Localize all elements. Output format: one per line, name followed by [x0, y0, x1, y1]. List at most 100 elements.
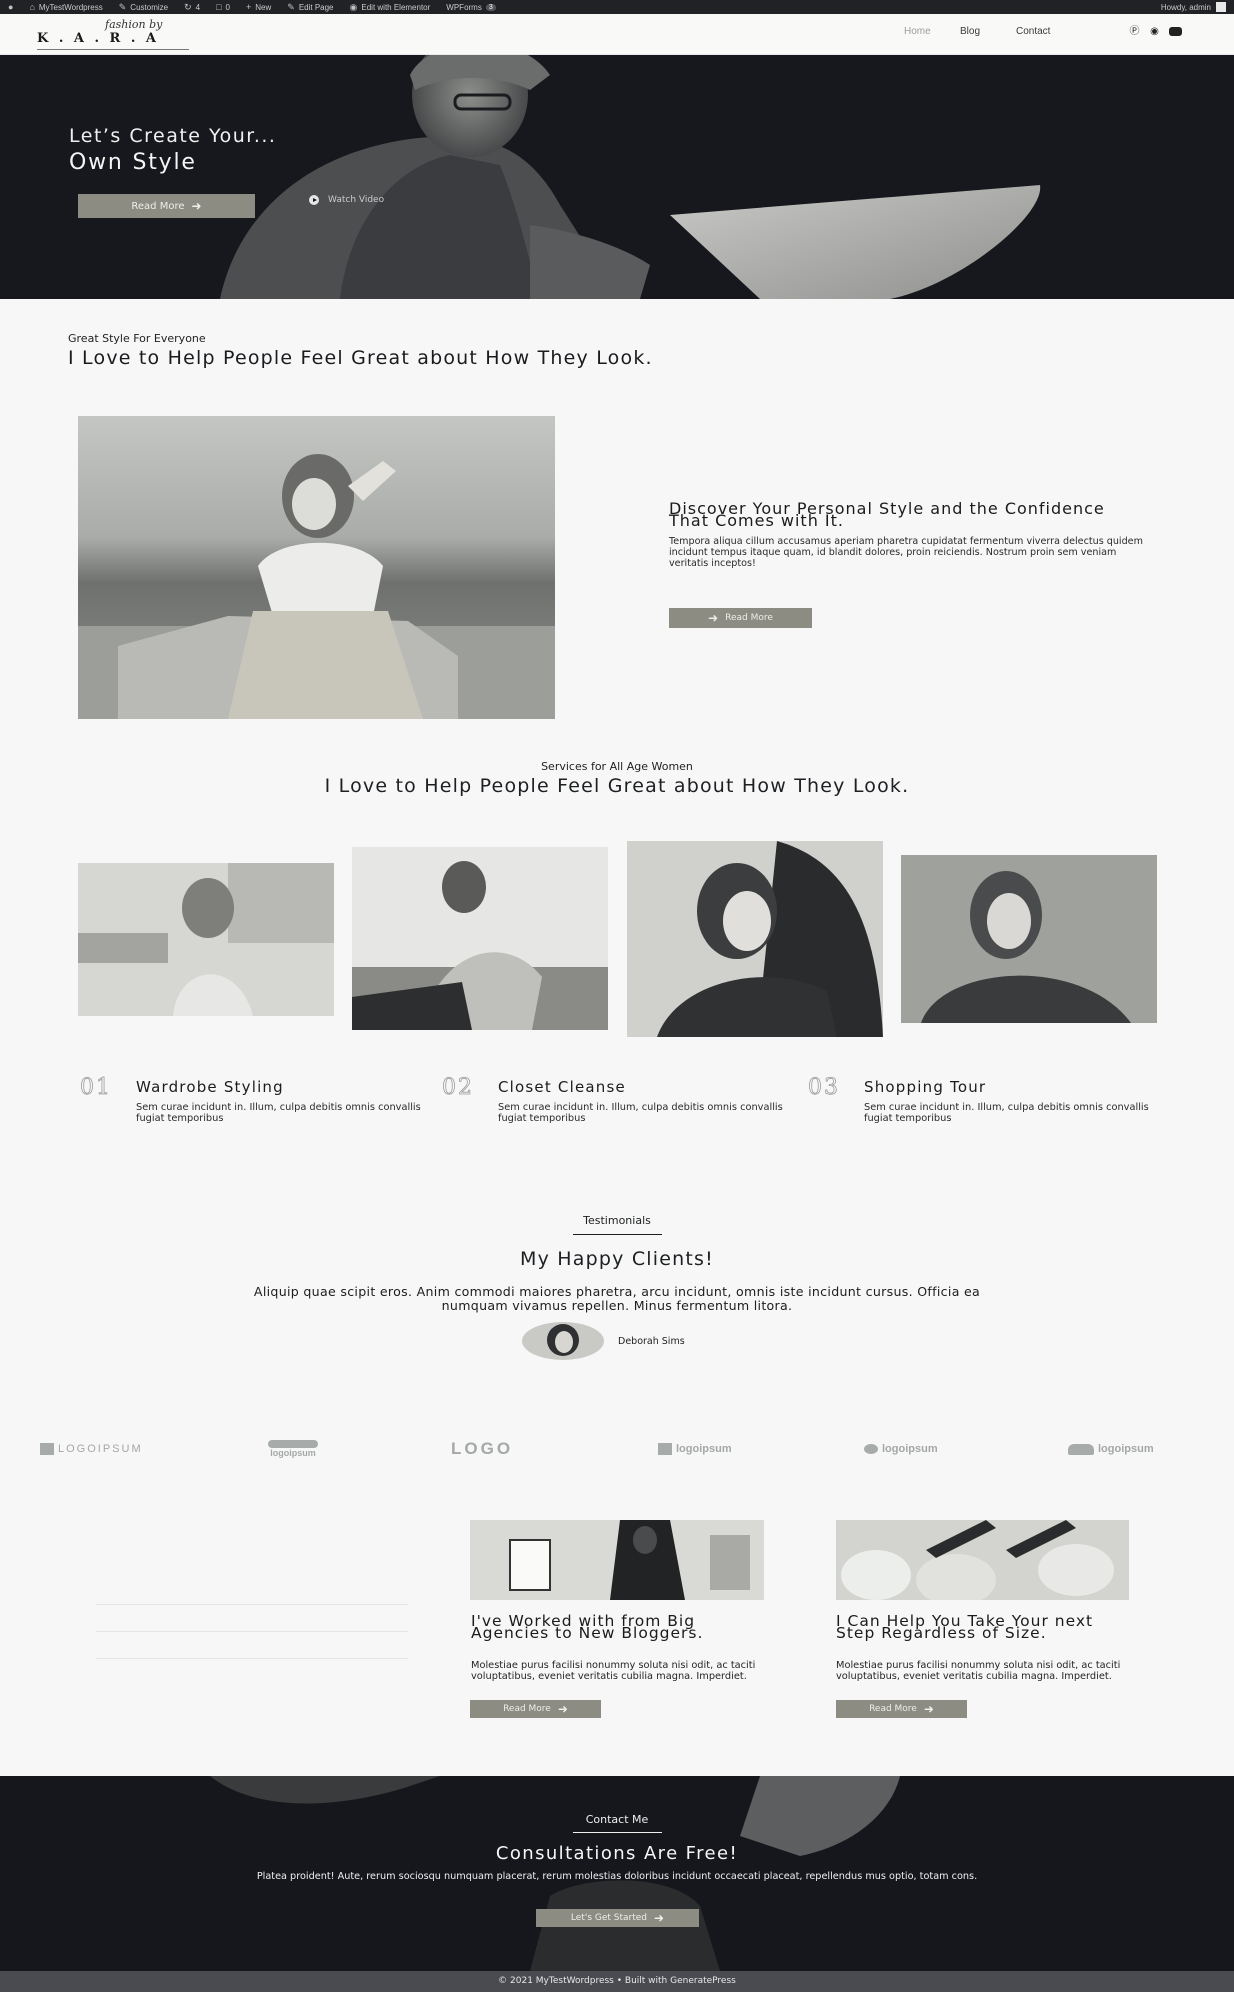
admin-comments-count: 0: [225, 2, 230, 12]
admin-elementor-link[interactable]: ◉ Edit with Elementor: [350, 2, 431, 13]
post-title[interactable]: I Can Help You Take Your next Step Regar…: [836, 1613, 1136, 1641]
hero-subtitle: Let’s Create Your...: [69, 125, 277, 147]
admin-wpforms-label: WPForms: [446, 2, 482, 12]
admin-bar: ● ⌂ MyTestWordpress ✎ Customize ↻ 4 □ 0 …: [0, 0, 1234, 14]
about-eyebrow: Great Style For Everyone: [68, 332, 206, 345]
site-header: fashion by K . A . R . A Home Blog Conta…: [0, 14, 1234, 55]
client-logo: logoipsum: [864, 1440, 938, 1458]
home-icon: ⌂: [29, 2, 35, 12]
about-read-more-button[interactable]: ➜ Read More: [669, 608, 812, 628]
pinterest-icon[interactable]: Ⓟ: [1129, 26, 1140, 37]
testimonial-avatar: [522, 1322, 604, 1360]
service-number: 03: [808, 1075, 840, 1101]
arrow-right-icon: ➜: [557, 1702, 568, 1716]
services-title: I Love to Help People Feel Great about H…: [324, 775, 910, 797]
admin-edit-page-label: Edit Page: [298, 2, 334, 12]
service-photo-3-graphic: [627, 841, 883, 1037]
client-logo-text: logoipsum: [1098, 1443, 1154, 1455]
get-started-button[interactable]: Let's Get Started ➜: [536, 1909, 699, 1927]
admin-account-menu[interactable]: Howdy, admin: [1161, 2, 1226, 12]
hero-read-more-button[interactable]: Read More ➜: [78, 194, 255, 218]
comment-icon: □: [216, 2, 222, 12]
client-logo-text: LOGOIPSUM: [58, 1443, 143, 1455]
service-number: 02: [442, 1075, 474, 1101]
service-photo-1-graphic: [78, 863, 334, 1016]
post-title[interactable]: I've Worked with from Big Agencies to Ne…: [471, 1613, 771, 1641]
admin-customize-link[interactable]: ✎ Customize: [119, 2, 168, 13]
service-photo-2: [352, 847, 608, 1030]
admin-customize-label: Customize: [130, 2, 169, 12]
post-image-graphic: [836, 1520, 1129, 1600]
post-read-more-label: Read More: [503, 1704, 551, 1714]
admin-howdy: Howdy, admin: [1160, 2, 1211, 12]
service-name: Shopping Tour: [864, 1078, 987, 1096]
arrow-right-icon: ➜: [708, 611, 719, 625]
admin-site-link[interactable]: ⌂ MyTestWordpress: [29, 2, 102, 12]
service-photo-3: [627, 841, 883, 1037]
admin-edit-page-link[interactable]: ✎ Edit Page: [287, 2, 333, 13]
admin-site-name: MyTestWordpress: [38, 2, 103, 12]
nav-contact[interactable]: Contact: [1016, 26, 1072, 37]
client-logos: LOGOIPSUM logoipsum LOGO logoipsum logoi…: [0, 1439, 1234, 1460]
about-text: Tempora aliqua cillum accusamus aperiam …: [669, 536, 1143, 569]
admin-new-label: New: [255, 2, 272, 12]
testimonial-quote: Aliquip quae scipit eros. Anim commodi m…: [253, 1284, 981, 1313]
about-photo-graphic: [78, 416, 555, 719]
hero-read-more-label: Read More: [131, 200, 185, 212]
post-excerpt: Molestiae purus facilisi nonummy soluta …: [836, 1660, 1121, 1682]
post-read-more-button[interactable]: Read More ➜: [836, 1700, 967, 1718]
instagram-icon[interactable]: ◉: [1149, 26, 1160, 37]
site-logo[interactable]: fashion by K . A . R . A: [37, 18, 197, 52]
testimonials-eyebrow: Testimonials: [583, 1214, 651, 1227]
about-heading: Discover Your Personal Style and the Con…: [669, 499, 1105, 530]
post-image-graphic: [470, 1520, 764, 1600]
service-description: Sem curae incidunt in. Illum, culpa debi…: [136, 1102, 421, 1124]
play-icon: [309, 195, 319, 205]
contact-eyebrow: Contact Me: [585, 1813, 649, 1826]
admin-elementor-label: Edit with Elementor: [361, 2, 431, 12]
admin-wpforms-count: 3: [485, 3, 496, 11]
post-read-more-button[interactable]: Read More ➜: [470, 1700, 601, 1718]
admin-updates-link[interactable]: ↻ 4: [184, 2, 200, 13]
service-photo-4-graphic: [901, 855, 1157, 1023]
site-footer: © 2021 MyTestWordpress • Built with Gene…: [0, 1971, 1234, 1992]
admin-avatar: [1216, 2, 1226, 12]
client-logo: LOGO: [451, 1439, 514, 1458]
hero-section: Let’s Create Your... Own Style Read More…: [0, 55, 1234, 299]
pencil-icon: ✎: [287, 1, 295, 12]
service-photo-1: [78, 863, 334, 1016]
admin-wpforms-link[interactable]: WPForms 3: [446, 2, 496, 12]
watch-video-link[interactable]: Watch Video: [309, 195, 384, 205]
client-logo: logoipsum: [1068, 1440, 1154, 1458]
post-read-more-label: Read More: [869, 1704, 917, 1714]
elementor-icon: ◉: [349, 1, 358, 12]
post-image[interactable]: [836, 1520, 1129, 1600]
square-logo-icon: [658, 1443, 672, 1455]
about-photo: [78, 416, 555, 719]
client-logo: logoipsum: [658, 1440, 732, 1458]
client-logo-text: logoipsum: [882, 1443, 938, 1455]
hero-title: Own Style: [69, 150, 197, 175]
sidebar-divider: [96, 1658, 408, 1659]
nav-blog[interactable]: Blog: [960, 26, 1016, 37]
dots-logo-icon: [268, 1440, 318, 1448]
youtube-icon[interactable]: [1169, 27, 1182, 36]
hero-image: [220, 55, 1041, 299]
refresh-icon: ↻: [184, 1, 192, 12]
wordpress-icon: ●: [8, 2, 14, 12]
arrow-right-icon: ➜: [923, 1702, 934, 1716]
service-name: Wardrobe Styling: [136, 1078, 284, 1096]
nav-home[interactable]: Home: [904, 26, 960, 37]
service-photo-4: [901, 855, 1157, 1023]
brush-icon: ✎: [118, 1, 127, 12]
post-image[interactable]: [470, 1520, 764, 1600]
admin-comments-link[interactable]: □ 0: [216, 2, 230, 12]
get-started-label: Let's Get Started: [570, 1913, 648, 1923]
client-logo-text: LOGO: [451, 1439, 514, 1458]
contact-section: Contact Me Consultations Are Free! Plate…: [0, 1776, 1234, 1971]
wordpress-logo-item[interactable]: ●: [8, 2, 13, 12]
post-excerpt: Molestiae purus facilisi nonummy soluta …: [471, 1660, 756, 1682]
service-photo-2-graphic: [352, 847, 608, 1030]
admin-new-link[interactable]: + New: [246, 2, 271, 12]
contact-divider: [573, 1832, 662, 1833]
